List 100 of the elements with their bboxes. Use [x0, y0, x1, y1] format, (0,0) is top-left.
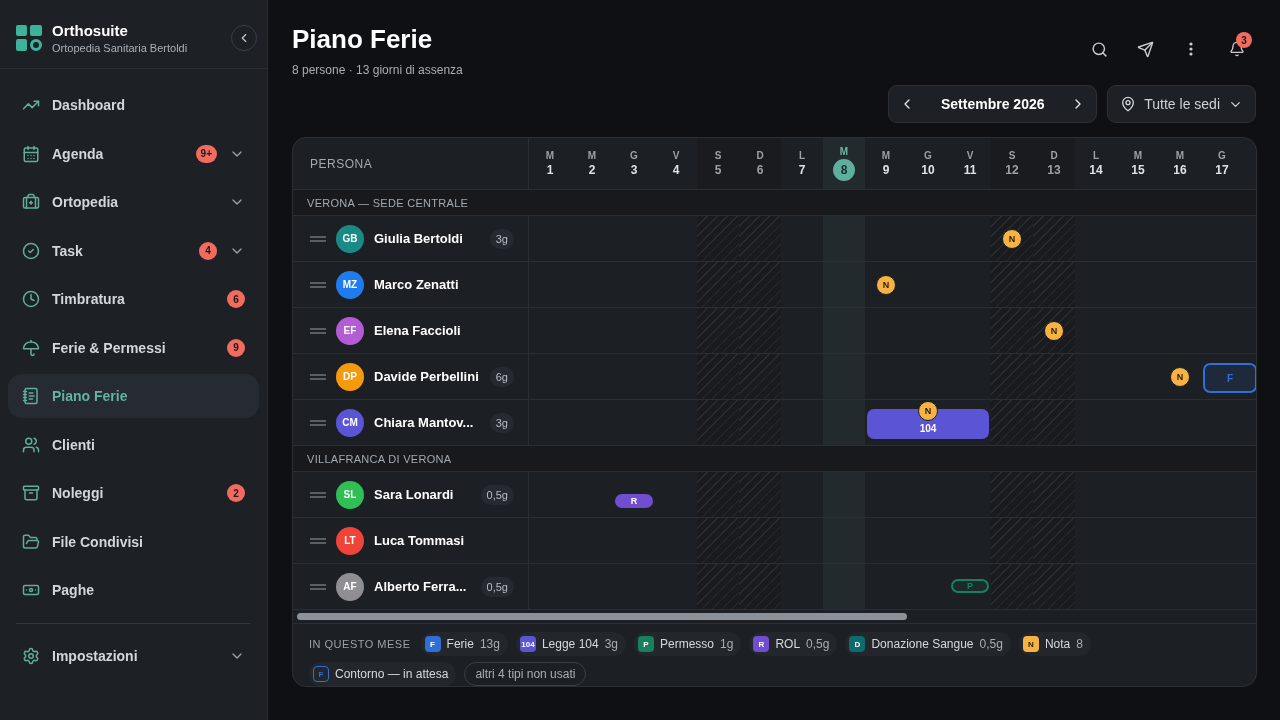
sidebar-item[interactable]: Noleggi 2: [8, 471, 259, 515]
type-code: F: [424, 636, 441, 652]
notebook-icon: [22, 387, 40, 405]
note-marker[interactable]: N: [876, 275, 896, 295]
drag-handle-icon[interactable]: [310, 583, 326, 590]
person-name: Chiara Mantov...: [374, 415, 475, 430]
location-select[interactable]: Tutte le sedi: [1107, 85, 1256, 123]
day-header: L 14: [1088, 149, 1104, 179]
drag-handle-icon[interactable]: [310, 327, 326, 334]
day-header: M 2: [586, 149, 598, 179]
type-count: 0,5g: [806, 637, 830, 651]
folder-icon: [22, 532, 40, 551]
day-header: M 1: [544, 149, 556, 179]
send-icon: [1136, 40, 1154, 58]
logo-icon: [16, 25, 42, 51]
sidebar-item[interactable]: Dashboard: [8, 83, 259, 127]
drag-handle-icon[interactable]: [310, 373, 326, 380]
avatar: CM: [336, 408, 364, 437]
type-label: Ferie: [446, 637, 474, 651]
sidebar-item[interactable]: Ferie & Permessi 9: [8, 325, 259, 370]
avatar: SL: [336, 480, 364, 509]
drag-handle-icon[interactable]: [310, 235, 326, 242]
calendar-icon: [22, 144, 40, 163]
day-header: G 3: [629, 149, 639, 179]
sidebar-item[interactable]: Clienti: [8, 422, 259, 467]
days-total: 0,5g: [480, 576, 514, 597]
note-marker[interactable]: N: [1170, 367, 1190, 387]
day-header: V 11: [962, 149, 978, 179]
map-pin-icon: [1120, 96, 1137, 112]
type-count: 0,5g: [979, 637, 1003, 651]
search-icon: [1090, 40, 1108, 58]
person-name: Sara Lonardi: [374, 487, 455, 502]
type-code: N: [1022, 636, 1039, 652]
archive-icon: [22, 484, 40, 502]
drag-handle-icon[interactable]: [310, 491, 326, 498]
users-icon: [22, 435, 40, 454]
day-header: D 6: [739, 138, 781, 189]
type-label: Legge 104: [541, 637, 599, 651]
more-icon: [1189, 42, 1193, 56]
sidebar-item[interactable]: Agenda 9+: [8, 131, 259, 176]
day-header: S 5: [697, 138, 739, 189]
avatar: AF: [336, 572, 364, 601]
settings-icon: [22, 647, 40, 665]
person-name: Alberto Ferra...: [374, 579, 468, 594]
type-count: 8: [1076, 637, 1083, 651]
notifications-button[interactable]: 3: [1218, 30, 1256, 68]
day-header: L 7: [797, 149, 807, 179]
person-name: Davide Perbellini: [374, 369, 480, 384]
scrollbar-thumb[interactable]: [297, 613, 907, 620]
drag-handle-icon[interactable]: [310, 281, 326, 288]
sidebar-item[interactable]: Timbratura 6: [8, 277, 259, 321]
type-code: R: [753, 636, 770, 652]
days-total: 3g: [489, 228, 514, 249]
sidebar-item[interactable]: Paghe: [8, 568, 259, 612]
count-badge: 4: [199, 241, 217, 260]
day-header: S 12: [991, 138, 1033, 189]
absence-bar[interactable]: R: [615, 494, 653, 508]
days-total: 0,5g: [480, 484, 514, 505]
count-badge: 9+: [195, 144, 217, 163]
days-total: 3g: [489, 412, 514, 433]
day-header: V 4: [671, 149, 681, 179]
type-count: 13g: [479, 637, 500, 651]
person-name: Elena Faccioli: [374, 323, 462, 338]
sidebar-item[interactable]: Task 4: [8, 228, 259, 273]
day-header: M 8: [823, 138, 865, 189]
sidebar-item[interactable]: Piano Ferie: [8, 374, 259, 418]
sidebar-item[interactable]: Impostazioni: [8, 634, 259, 678]
type-count: 3g: [604, 637, 618, 651]
group-header: VERONA — SEDE CENTRALE: [307, 196, 469, 209]
day-header: M 15: [1130, 149, 1146, 179]
type-label: Nota: [1044, 637, 1071, 651]
type-count: 1g: [720, 637, 734, 651]
type-label: Permesso: [660, 637, 715, 651]
page-title: Piano Ferie: [292, 24, 434, 55]
check-circle-icon: [22, 241, 40, 260]
note-marker[interactable]: N: [918, 401, 938, 421]
notification-badge: 3: [1236, 32, 1252, 48]
legend-title: IN QUESTO MESE: [309, 638, 411, 650]
page-subtitle: 8 persone · 13 giorni di assenza: [292, 63, 464, 77]
umbrella-icon: [22, 338, 40, 357]
company-name: Ortopedia Sanitaria Bertoldi: [52, 42, 189, 54]
drag-handle-icon[interactable]: [310, 419, 326, 426]
avatar: MZ: [336, 270, 364, 299]
drag-handle-icon[interactable]: [310, 537, 326, 544]
type-code: P: [638, 636, 654, 652]
day-header: M 16: [1172, 149, 1188, 179]
avatar: GB: [336, 224, 364, 253]
type-code: D: [849, 636, 866, 652]
day-header: D 13: [1033, 138, 1075, 189]
count-badge: 2: [227, 484, 245, 502]
person-name: Luca Tommasi: [374, 533, 466, 548]
sidebar-item[interactable]: File Condivisi: [8, 519, 259, 564]
sidebar-item[interactable]: Ortopedia: [8, 180, 259, 224]
app-name: Orthosuite: [52, 22, 129, 39]
type-label: Contorno — in attesa: [335, 667, 449, 681]
group-header: VILLAFRANCA DI VERONA: [307, 452, 452, 465]
month-label: Settembre 2026: [940, 96, 1046, 112]
day-header: G 17: [1214, 149, 1230, 179]
avatar: LT: [336, 526, 364, 555]
person-name: Marco Zenatti: [374, 277, 460, 292]
